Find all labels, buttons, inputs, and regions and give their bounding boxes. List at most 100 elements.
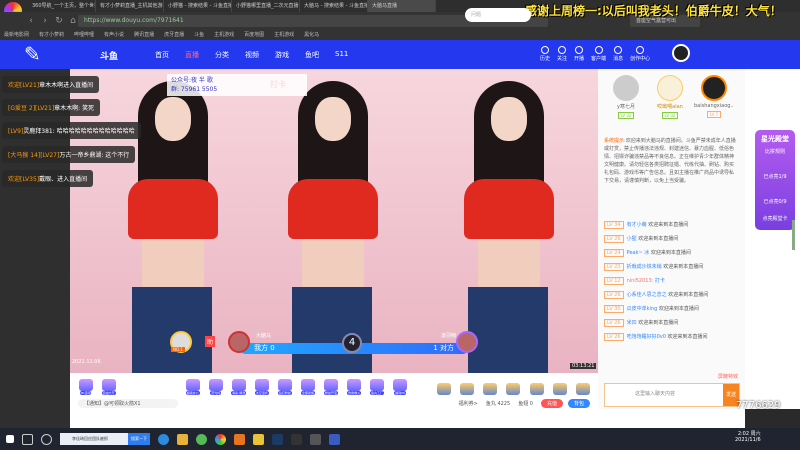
task-view-icon[interactable] xyxy=(22,433,33,445)
rank-avatar xyxy=(613,75,639,101)
nav-home[interactable]: 首页 xyxy=(155,50,169,60)
broadcast-button[interactable]: 开播 xyxy=(574,46,584,62)
edge-icon[interactable] xyxy=(158,433,169,445)
browser-360-icon[interactable] xyxy=(215,433,226,445)
bookmark[interactable]: 腾讯直播 xyxy=(134,30,154,40)
nav-s11[interactable]: S11 xyxy=(335,50,348,60)
tab[interactable]: 小野猫哪里直播_二次元直播 xyxy=(232,0,300,12)
gift-item[interactable]: 自由大厅 xyxy=(99,375,118,395)
windows-start-icon[interactable] xyxy=(6,435,14,443)
chat-overlay-message: [G爱豆 2][LV21]章木木啊: 笑死 xyxy=(2,99,101,116)
tab[interactable]: 小野猫 - 搜索结果 - 斗鱼直播 xyxy=(164,0,232,12)
bell-icon xyxy=(614,46,623,54)
backpack-item[interactable] xyxy=(435,375,454,395)
tab[interactable]: 360导航_一个主页，整个世界 xyxy=(28,0,96,12)
folder-icon[interactable] xyxy=(177,433,188,445)
bookmark[interactable]: 有才小萝莉 xyxy=(39,30,64,40)
starlight-hall-ad[interactable]: 星光殿堂 比拼规则 已点亮1/9 已点亮0/9 点亮殿堂卡 xyxy=(755,130,795,230)
nav-game[interactable]: 游戏 xyxy=(275,50,289,60)
gift-item[interactable]: 钻石粉丝 xyxy=(275,375,294,395)
gift-item[interactable]: 鲁鲁救火 xyxy=(345,375,364,395)
notice[interactable]: 【通知】@可领取火箭X1 xyxy=(78,398,178,408)
backpack-item[interactable] xyxy=(504,375,523,395)
bookmark[interactable]: 主机游戏 xyxy=(214,30,234,40)
backpack-item[interactable] xyxy=(458,375,477,395)
gift-item[interactable]: 福利PK xyxy=(391,375,410,395)
site-search-input[interactable]: 问题 xyxy=(465,8,531,22)
app-icon[interactable] xyxy=(329,433,340,445)
tab[interactable]: 大脑马 - 搜索结果 - 斗鱼直播 xyxy=(300,0,368,12)
nav-category[interactable]: 分类 xyxy=(215,50,229,60)
watermark: 7776629 xyxy=(736,400,781,411)
douyu-logo[interactable]: 斗鱼 xyxy=(100,49,118,62)
message-button[interactable]: 消息 xyxy=(613,46,623,62)
steam-icon[interactable] xyxy=(272,433,283,445)
nav-video[interactable]: 视频 xyxy=(245,50,259,60)
tab[interactable]: 有才小萝莉直播_主机其他游戏 xyxy=(96,0,164,12)
nav-yuba[interactable]: 鱼吧 xyxy=(305,50,319,60)
scrollbar[interactable] xyxy=(792,220,795,250)
broadcast-icon xyxy=(575,46,584,54)
shield-effects-toggle[interactable]: 屏蔽特效 xyxy=(718,373,738,380)
chat-message: LV 34 有才小萌 欢迎来到本直播间 xyxy=(604,221,688,229)
backpack-item[interactable] xyxy=(527,375,546,395)
assist-button[interactable]: 助 xyxy=(205,336,216,347)
system-clock[interactable]: 2:02 周六 2021/11/6 xyxy=(735,430,761,443)
recharge-button[interactable]: 充值 xyxy=(540,398,563,408)
backpack-item[interactable] xyxy=(573,375,592,395)
bookmark[interactable]: 黑化马 xyxy=(304,30,319,40)
gift-item[interactable]: 全部贵族 xyxy=(298,375,317,395)
gift-icon xyxy=(254,379,269,391)
gift-item[interactable]: 鱼丸工厂 xyxy=(368,375,387,395)
app-icon[interactable] xyxy=(234,433,245,445)
refresh-icon[interactable]: ↻ xyxy=(52,16,66,26)
bookmark[interactable]: 斗鱼 xyxy=(194,30,204,40)
bookmark[interactable]: 最新电影网 xyxy=(4,30,29,40)
app-icon[interactable] xyxy=(196,433,207,445)
app-icon[interactable] xyxy=(291,433,302,445)
backpack-button[interactable]: 背包 xyxy=(567,398,590,408)
backpack-item[interactable] xyxy=(481,375,500,395)
taskbar-search[interactable]: 李佳琦回应团队被抓 xyxy=(60,433,128,445)
welfare-link[interactable]: 福利券> xyxy=(459,400,478,407)
taskbar-search-button[interactable]: 搜索一下 xyxy=(128,433,150,445)
opponent-avatar[interactable] xyxy=(456,331,478,353)
video-player[interactable]: 打卡 公众号:夜 半 歌群: 75961 5505 2021.11.06 03:… xyxy=(70,69,598,373)
pk-bar: 我方 01 对方 大脑马 凌羽楠 4 xyxy=(228,331,480,357)
forward-icon[interactable]: › xyxy=(38,16,52,26)
chat-message: LV 26 吃饱饱睡好好0v0 欢迎来到本直播间 xyxy=(604,333,708,341)
bookmark[interactable]: 有声小说 xyxy=(104,30,124,40)
gift-icon xyxy=(277,379,292,391)
creator-button[interactable]: 创作中心 xyxy=(630,46,650,62)
user-avatar[interactable] xyxy=(672,44,690,62)
follow-button[interactable]: 关注 xyxy=(557,46,567,62)
gift-item[interactable]: 粉丝开宝 xyxy=(322,375,341,395)
chat-overlay-message: [LV9]灵鹿拜381: 哈哈哈哈哈哈哈哈哈哈哈哈哈 xyxy=(2,122,141,139)
history-button[interactable]: 历史 xyxy=(540,46,550,62)
gift-item[interactable]: 太空漫步 xyxy=(252,375,271,395)
rank-user[interactable]: y寒七月 LV 32 xyxy=(606,75,646,119)
bookmark[interactable]: 哔哩哔哩 xyxy=(74,30,94,40)
streamer-avatar[interactable] xyxy=(228,331,250,353)
app-icon[interactable] xyxy=(310,433,321,445)
nav-live[interactable]: 直播 xyxy=(185,50,199,60)
tab-active[interactable]: 大脑马直播 xyxy=(368,0,436,12)
rank-user[interactable]: baishangxiaog... LV 7 xyxy=(694,75,734,118)
bookmark[interactable]: 主机游戏 xyxy=(274,30,294,40)
app-icon[interactable] xyxy=(253,433,264,445)
gift-item[interactable]: PK活动 xyxy=(76,375,95,395)
gift-item[interactable]: 喝彩·爆款 xyxy=(229,375,248,395)
bookmark[interactable]: 虎牙直播 xyxy=(164,30,184,40)
video-time: 03:13:21 xyxy=(570,363,597,369)
client-button[interactable]: 客户端 xyxy=(591,46,606,62)
gift-item[interactable]: 荧光棒 xyxy=(206,375,225,395)
widget-icon[interactable] xyxy=(41,433,52,445)
chat-input[interactable]: 这里输入聊天内容 发送 xyxy=(604,383,740,407)
back-icon[interactable]: ‹ xyxy=(24,16,38,26)
rank-user[interactable]: 哎呦喂alan LV 32 xyxy=(650,75,690,119)
backpack-item[interactable] xyxy=(550,375,569,395)
item-icon xyxy=(437,383,452,395)
gift-item[interactable]: 超级办公 xyxy=(183,375,202,395)
bookmark[interactable]: 百度地图 xyxy=(244,30,264,40)
chat-message: LV 24 Peak~ 冰 欢迎来到本直播间 xyxy=(604,249,691,257)
